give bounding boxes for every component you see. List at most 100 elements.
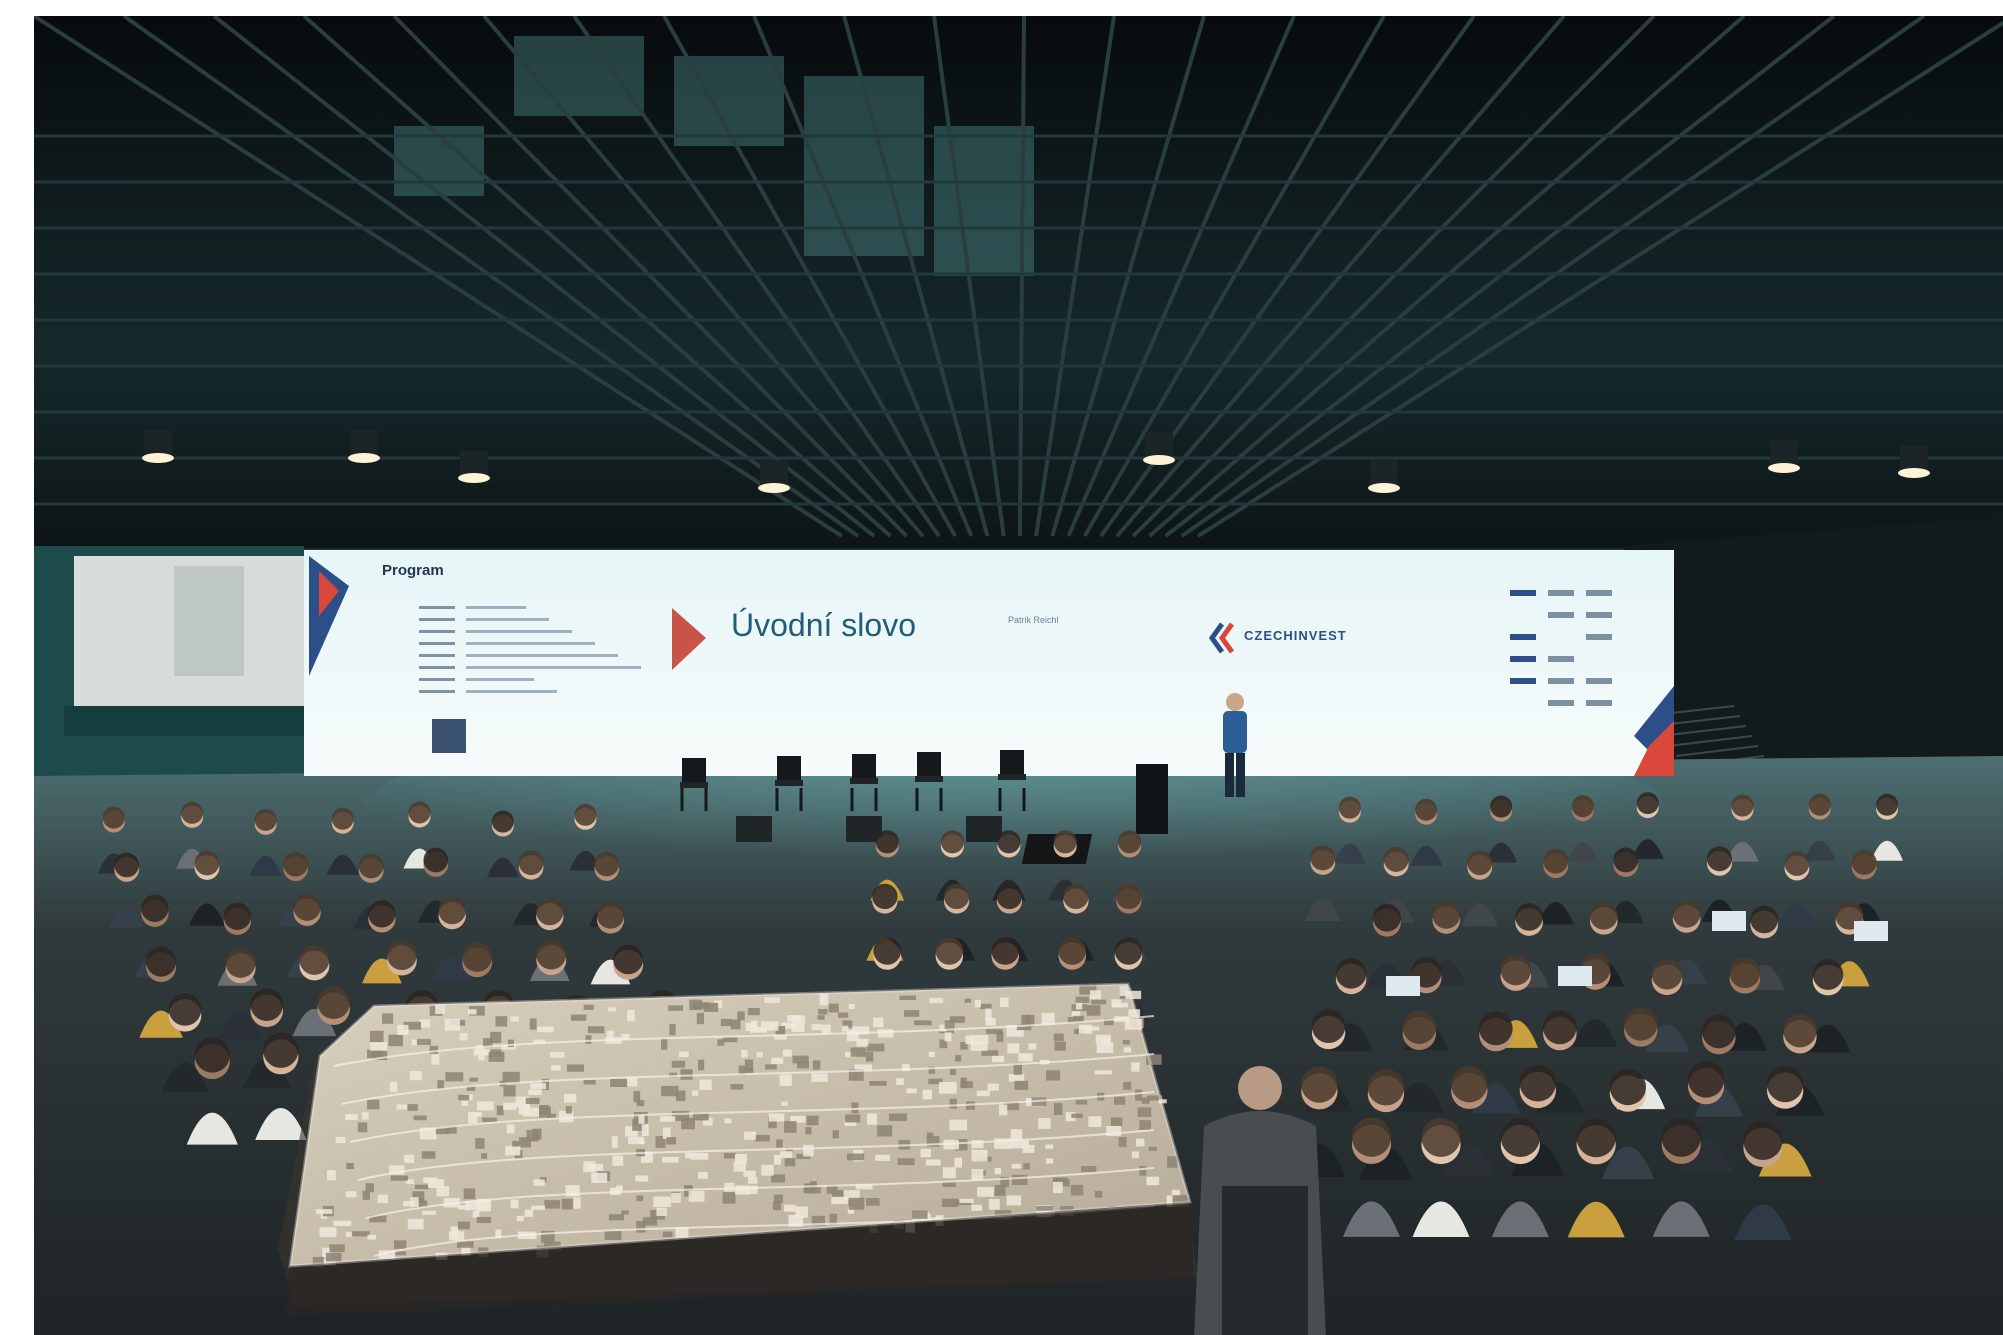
- stage-cube: [736, 816, 772, 842]
- model-building: [397, 1024, 409, 1036]
- model-building: [851, 1102, 859, 1114]
- model-building: [999, 997, 1009, 1008]
- audience-hair: [1415, 798, 1438, 821]
- model-building: [980, 1003, 992, 1010]
- audience-hair: [1058, 937, 1086, 965]
- model-building: [1078, 1024, 1093, 1034]
- audience-hair: [1589, 901, 1618, 930]
- audience-hair: [1451, 1066, 1488, 1103]
- model-building: [407, 1218, 424, 1230]
- czechinvest-logo: CZECHINVEST: [1244, 628, 1347, 643]
- model-building: [549, 1052, 565, 1058]
- model-building: [985, 1018, 996, 1026]
- model-building: [365, 1183, 374, 1193]
- model-building: [866, 1043, 885, 1052]
- model-building: [1053, 1033, 1064, 1041]
- model-building: [1021, 1014, 1031, 1025]
- program-item: [466, 690, 557, 693]
- model-building: [772, 1201, 781, 1211]
- model-building: [865, 1052, 874, 1062]
- sponsor-logo: [1586, 700, 1612, 706]
- model-building: [1141, 1097, 1150, 1104]
- model-building: [591, 1172, 608, 1183]
- audience-hair: [1421, 1117, 1461, 1157]
- model-building: [1135, 1089, 1143, 1101]
- model-building: [1038, 1118, 1051, 1129]
- audience-hair: [1636, 792, 1659, 815]
- model-building: [811, 1024, 823, 1031]
- brand-czech: CZECH: [1244, 628, 1294, 643]
- model-building: [510, 1199, 519, 1209]
- audience-hair: [873, 937, 901, 965]
- sponsor-logo: [1548, 700, 1574, 706]
- model-building: [977, 1187, 994, 1197]
- model-building: [1018, 1053, 1033, 1062]
- stage-cube: [966, 816, 1002, 842]
- model-building: [573, 1197, 581, 1209]
- sponsor-logo: [1510, 634, 1536, 640]
- ceiling-panel: [934, 126, 1034, 276]
- model-building: [1123, 1047, 1132, 1053]
- sponsor-logo: [1510, 590, 1536, 596]
- model-building: [1036, 1205, 1053, 1211]
- model-building: [987, 1083, 999, 1091]
- laptop-screen: [1712, 911, 1746, 931]
- audience-hair: [462, 941, 493, 972]
- program-title: Program: [382, 562, 444, 579]
- model-building: [761, 1164, 774, 1176]
- audience-hair: [1876, 793, 1899, 816]
- audience-hair: [940, 830, 964, 854]
- model-building: [985, 1029, 1003, 1035]
- stage-chair-back: [1000, 750, 1024, 774]
- model-building: [530, 1083, 547, 1090]
- model-building: [1070, 1184, 1084, 1196]
- model-building: [685, 1152, 692, 1159]
- program-time: [419, 678, 455, 681]
- model-building: [421, 1151, 436, 1159]
- model-building: [743, 1170, 756, 1177]
- audience-hair: [1808, 793, 1831, 816]
- program-time: [419, 666, 455, 669]
- audience-hair: [943, 883, 970, 910]
- audience-hair: [141, 894, 169, 922]
- model-building: [744, 1131, 756, 1140]
- model-building: [929, 998, 944, 1004]
- audience-hair: [181, 801, 204, 824]
- model-building: [1139, 1120, 1152, 1130]
- model-building: [361, 1112, 369, 1120]
- model-building: [1028, 1043, 1037, 1050]
- model-building: [792, 1015, 806, 1024]
- audience-hair: [223, 902, 252, 930]
- model-building: [1011, 1174, 1028, 1186]
- program-item: [466, 654, 618, 657]
- model-building: [414, 1184, 429, 1190]
- model-building: [668, 1005, 684, 1011]
- model-building: [681, 1117, 695, 1130]
- audience-hair: [596, 901, 625, 929]
- model-building: [848, 1197, 865, 1210]
- model-building: [538, 1106, 552, 1118]
- model-building: [765, 1064, 777, 1070]
- model-building: [570, 1014, 587, 1021]
- audience-hair: [1311, 1009, 1346, 1044]
- model-building: [724, 1182, 735, 1192]
- model-building: [832, 1130, 839, 1139]
- model-building: [1023, 1163, 1030, 1170]
- model-building: [544, 1200, 561, 1209]
- audience-hair: [875, 830, 899, 854]
- model-building: [461, 1100, 469, 1106]
- audience-hair: [1613, 847, 1639, 873]
- model-building: [764, 997, 780, 1003]
- audience-hair: [1467, 850, 1493, 876]
- model-building: [635, 1175, 649, 1182]
- balcony-ledge: [64, 706, 344, 736]
- model-building: [994, 1185, 1006, 1196]
- model-building: [505, 1145, 521, 1156]
- model-building: [367, 1099, 380, 1110]
- model-building: [588, 1163, 604, 1171]
- audience-hair: [194, 1037, 230, 1073]
- audience-hair: [1500, 1117, 1540, 1157]
- model-building: [463, 1188, 476, 1200]
- model-building: [779, 1074, 792, 1086]
- sponsor-logo: [1510, 656, 1536, 662]
